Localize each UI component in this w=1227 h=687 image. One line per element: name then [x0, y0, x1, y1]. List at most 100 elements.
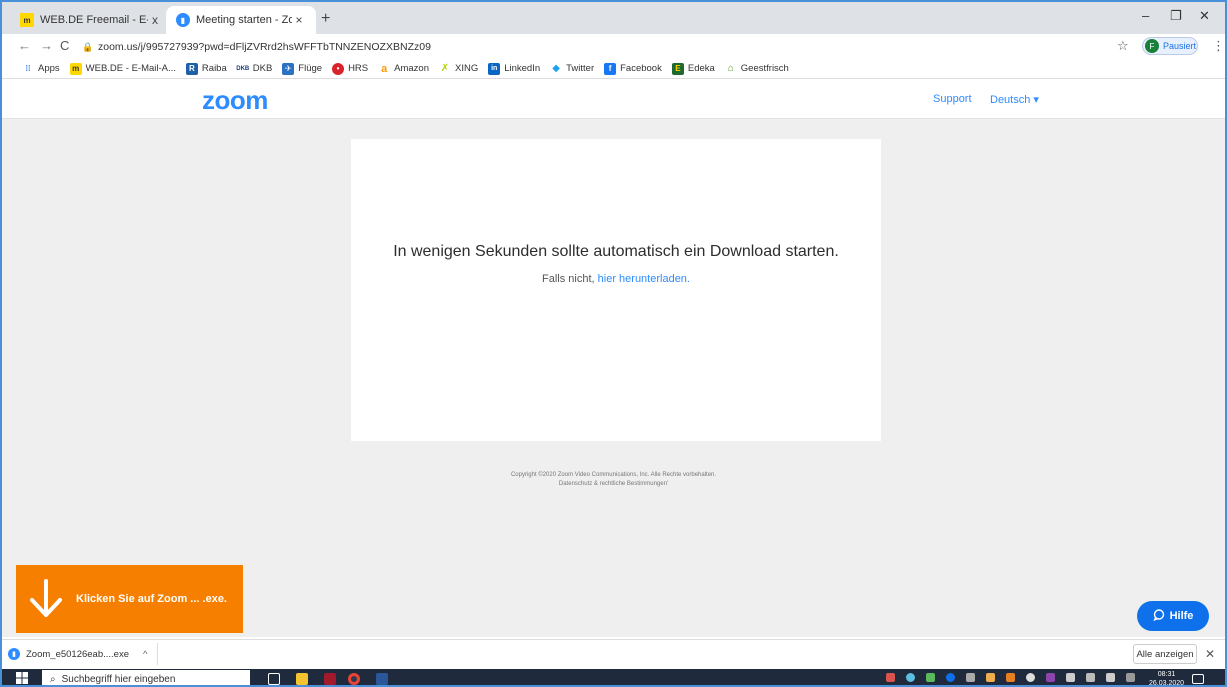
download-shelf: ▮ Zoom_e50126eab....exe ^ Alle anzeigen …: [2, 639, 1225, 668]
download-hint-text: Klicken Sie auf Zoom ... .exe.: [76, 593, 227, 605]
tab-bar: m WEB.DE Freemail - E-Mail made i x ▮ Me…: [2, 2, 1225, 34]
geestfrisch-icon: ⌂: [727, 63, 734, 74]
download-headline: In wenigen Sekunden sollte automatisch e…: [393, 243, 839, 260]
chrome-icon[interactable]: [348, 673, 360, 685]
zoom-favicon-icon: ▮: [176, 13, 190, 27]
taskbar: ⌕ Suchbegriff hier eingeben 08:31 26.03.…: [2, 669, 1225, 687]
zoom-header: zoom Support Deutsch ▾: [2, 79, 1225, 119]
minimize-icon[interactable]: –: [1142, 8, 1149, 23]
url-text: zoom.us/j/995727939?pwd=dFljZVRrd2hsWFFT…: [98, 41, 431, 53]
bookmark-xing[interactable]: ✗ XING: [439, 63, 478, 75]
chat-bubble-icon: [1153, 608, 1165, 624]
webde-icon: m: [69, 62, 82, 75]
edeka-icon: E: [671, 62, 684, 75]
bookmark-edeka[interactable]: E Edeka: [671, 62, 715, 75]
new-tab-button[interactable]: +: [321, 10, 330, 28]
show-all-button[interactable]: Alle anzeigen: [1133, 644, 1197, 664]
twitter-icon: ◆: [552, 63, 560, 74]
tray-icon[interactable]: [966, 673, 975, 682]
forward-icon[interactable]: →: [40, 38, 53, 53]
bookmark-fluege[interactable]: ✈ Flüge: [282, 62, 322, 75]
tab-title: Meeting starten - Zoom: [196, 14, 292, 26]
arrow-down-icon: [16, 565, 76, 633]
bookmark-webde[interactable]: m WEB.DE - E-Mail-A...: [69, 62, 176, 75]
zoom-file-icon: ▮: [8, 648, 20, 660]
tab-close-icon[interactable]: ×: [292, 13, 306, 27]
notifications-icon[interactable]: [1192, 674, 1204, 684]
windows-start-icon[interactable]: [16, 672, 28, 685]
download-sub-prefix: Falls nicht,: [542, 273, 598, 285]
flights-icon: ✈: [282, 62, 295, 75]
search-icon: ⌕: [50, 673, 56, 685]
profile-button[interactable]: F Pausiert: [1142, 37, 1198, 55]
address-bar[interactable]: 🔒 zoom.us/j/995727939?pwd=dFljZVRrd2hsWF…: [82, 38, 1102, 56]
zoom-logo[interactable]: zoom: [202, 85, 268, 116]
footer-copyright: Copyright ©2020 Zoom Video Communication…: [2, 471, 1225, 489]
tray-icon[interactable]: [906, 673, 915, 682]
tray-icon[interactable]: [886, 673, 895, 682]
pen-icon[interactable]: [1126, 673, 1135, 682]
taskbar-clock[interactable]: 08:31 26.03.2020: [1149, 670, 1185, 687]
app-icon[interactable]: [324, 673, 336, 685]
tab-close-icon[interactable]: x: [148, 13, 162, 27]
bookmark-hrs[interactable]: • HRS: [332, 62, 368, 75]
chevron-up-icon[interactable]: ^: [143, 649, 147, 660]
bookmark-twitter[interactable]: ◆ Twitter: [550, 63, 594, 75]
download-item[interactable]: ▮ Zoom_e50126eab....exe ^: [8, 643, 158, 665]
xing-icon: ✗: [440, 63, 450, 74]
tray-icon[interactable]: [986, 673, 995, 682]
amazon-icon: a: [381, 62, 388, 75]
download-card: In wenigen Sekunden sollte automatisch e…: [351, 139, 881, 441]
bookmark-apps[interactable]: ⁞⁞ Apps: [22, 63, 59, 75]
task-view-icon[interactable]: [268, 673, 280, 685]
linkedin-icon: in: [488, 62, 501, 75]
tray-icon[interactable]: [1026, 673, 1035, 682]
avatar: F: [1145, 39, 1159, 53]
bookmarks-bar: ⁞⁞ Apps m WEB.DE - E-Mail-A... R Raiba DKB D…: [2, 59, 1225, 79]
word-icon[interactable]: [376, 673, 388, 685]
back-icon[interactable]: ←: [18, 38, 31, 53]
bookmark-raiba[interactable]: R Raiba: [185, 62, 227, 75]
network-icon[interactable]: [1066, 673, 1075, 682]
language-dropdown[interactable]: Deutsch ▾: [990, 93, 1039, 106]
close-shelf-icon[interactable]: ✕: [1205, 647, 1215, 661]
tray-icon[interactable]: [1046, 673, 1055, 682]
file-explorer-icon[interactable]: [296, 673, 308, 685]
wifi-icon[interactable]: [1086, 673, 1095, 682]
dkb-icon: DKB: [236, 65, 250, 72]
volume-icon[interactable]: [1106, 673, 1115, 682]
apps-grid-icon: ⁞⁞: [25, 64, 31, 73]
taskbar-search[interactable]: ⌕ Suchbegriff hier eingeben: [42, 670, 250, 685]
download-subtext: Falls nicht, hier herunterladen.: [351, 273, 881, 285]
bluetooth-icon[interactable]: [946, 673, 955, 682]
lock-icon: 🔒: [82, 41, 94, 52]
browser-window: m WEB.DE Freemail - E-Mail made i x ▮ Me…: [0, 0, 1227, 687]
webde-favicon-icon: m: [20, 13, 34, 27]
download-hint-banner: Klicken Sie auf Zoom ... .exe.: [16, 565, 243, 633]
support-link[interactable]: Support: [933, 93, 972, 105]
bookmark-facebook[interactable]: f Facebook: [604, 62, 662, 75]
tray-icon[interactable]: [1006, 673, 1015, 682]
close-window-icon[interactable]: ✕: [1199, 8, 1210, 24]
help-label: Hilfe: [1169, 610, 1194, 622]
address-row: ← → C 🔒 zoom.us/j/995727939?pwd=dFljZVRr…: [2, 34, 1225, 59]
bookmark-star-icon[interactable]: ☆: [1117, 38, 1129, 54]
facebook-icon: f: [604, 62, 617, 75]
download-link[interactable]: hier herunterladen.: [598, 273, 690, 285]
bookmark-linkedin[interactable]: in LinkedIn: [488, 62, 540, 75]
menu-icon[interactable]: ⋮: [1212, 38, 1225, 54]
help-button[interactable]: Hilfe: [1137, 601, 1209, 631]
privacy-link[interactable]: Datenschutz & rechtliche Bestimmungen': [2, 480, 1225, 489]
copyright-text: Copyright ©2020 Zoom Video Communication…: [510, 472, 717, 478]
main-content: In wenigen Sekunden sollte automatisch e…: [2, 119, 1225, 637]
tray-icon[interactable]: [926, 673, 935, 682]
clock-date: 26.03.2020: [1149, 680, 1185, 687]
bookmark-dkb[interactable]: DKB DKB: [236, 63, 272, 75]
reload-icon[interactable]: C: [60, 38, 69, 53]
download-filename: Zoom_e50126eab....exe: [26, 648, 129, 660]
tab-webde[interactable]: m WEB.DE Freemail - E-Mail made i x: [10, 6, 172, 34]
restore-icon[interactable]: ❐: [1170, 8, 1182, 24]
bookmark-amazon[interactable]: a Amazon: [378, 63, 429, 75]
tab-zoom[interactable]: ▮ Meeting starten - Zoom ×: [166, 6, 316, 34]
bookmark-geestfrisch[interactable]: ⌂ Geestfrisch: [725, 63, 789, 75]
